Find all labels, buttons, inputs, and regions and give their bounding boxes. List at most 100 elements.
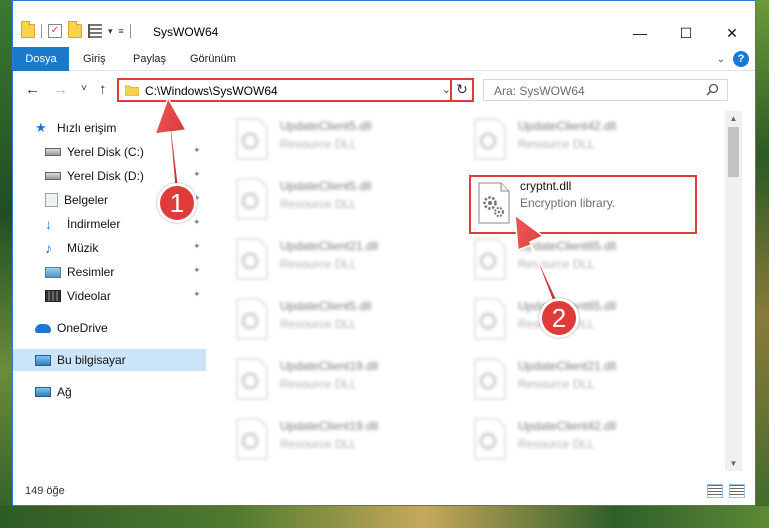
wallpaper-right [756, 0, 769, 528]
maximize-button[interactable]: ☐ [663, 19, 709, 47]
sidebar-item-documents[interactable]: Belgeler [45, 189, 238, 211]
title-bar: ✓ ▾ ≡ SysWOW64 — ☐ ✕ [13, 1, 755, 47]
file-name: UpdateClient21.dll [280, 239, 379, 253]
file-name: UpdateClient65.dll [518, 239, 617, 253]
refresh-button[interactable]: ↻ [450, 78, 474, 102]
tab-view[interactable]: Görünüm [190, 47, 236, 71]
music-icon: ♪ [45, 240, 52, 256]
list-item[interactable]: UpdateClient19.dll Resource DLL [233, 353, 463, 409]
sidebar-item-disk-d[interactable]: Yerel Disk (D:) [45, 165, 238, 187]
properties-check-icon[interactable]: ✓ [48, 24, 62, 38]
file-description: Resource DLL [518, 437, 595, 451]
dll-file-icon [474, 298, 506, 340]
scroll-up-icon[interactable]: ▲ [725, 111, 742, 126]
customize-toolbar-icon[interactable]: ≡ [119, 26, 124, 36]
file-description: Resource DLL [280, 257, 357, 271]
file-name: UpdateClient5.dll [280, 179, 372, 193]
file-description: Resource DLL [518, 257, 595, 271]
back-button[interactable]: ← [25, 81, 40, 98]
dll-file-icon [474, 418, 506, 460]
file-name: UpdateClient42.dll [518, 119, 617, 133]
close-button[interactable]: ✕ [709, 19, 755, 47]
sidebar-item-label: Müzik [67, 241, 99, 255]
file-description: Resource DLL [280, 137, 357, 151]
sidebar-item-this-pc[interactable]: Bu bilgisayar [13, 349, 206, 371]
scroll-down-icon[interactable]: ▼ [725, 456, 742, 471]
list-item[interactable]: UpdateClient19.dll Resource DLL [233, 413, 463, 469]
minimize-button[interactable]: — [617, 19, 663, 47]
folder-icon[interactable] [21, 21, 35, 38]
file-name: UpdateClient5.dll [280, 299, 372, 313]
navigation-pane: ★ Hızlı erişim Yerel Disk (C:) 📌 Yerel D… [13, 111, 258, 471]
list-item[interactable]: UpdateClient21.dll Resource DLL [471, 353, 701, 409]
sidebar-item-network[interactable]: Ağ [35, 381, 228, 403]
details-view-icon[interactable] [707, 484, 723, 498]
highlighted-file-cryptnt[interactable]: cryptnt.dll Encryption library. [469, 175, 697, 234]
sidebar-item-videos[interactable]: Videolar [45, 285, 238, 307]
drive-icon [45, 172, 61, 180]
file-description: Resource DLL [518, 377, 595, 391]
list-item[interactable]: UpdateClient65.dll Resource DLL [471, 293, 701, 349]
address-bar[interactable]: C:\Windows\SysWOW64 ⌄ [117, 78, 461, 102]
list-item[interactable]: UpdateClient5.dll Resource DLL [233, 113, 463, 169]
expand-ribbon-icon[interactable]: ⌄ [717, 54, 725, 65]
file-description: Resource DLL [280, 377, 357, 391]
pin-icon[interactable]: ✦ [193, 145, 201, 156]
search-placeholder: Ara: SysWOW64 [494, 84, 585, 98]
network-icon [35, 387, 51, 397]
sidebar-item-onedrive[interactable]: OneDrive [35, 317, 228, 339]
chevron-down-icon[interactable]: ▾ [108, 26, 113, 37]
scrollbar-thumb[interactable] [728, 127, 739, 177]
item-count: 149 öğe [25, 485, 65, 497]
file-description: Resource DLL [280, 197, 357, 211]
sidebar-item-downloads[interactable]: ↓ İndirmeler [45, 213, 238, 235]
pin-icon[interactable]: ✦ [193, 241, 201, 252]
list-item[interactable]: UpdateClient5.dll Resource DLL [233, 293, 463, 349]
view-toggle [707, 484, 745, 498]
list-item[interactable]: UpdateClient42.dll Resource DLL [471, 113, 701, 169]
list-item[interactable]: UpdateClient65.dll Resource DLL [471, 233, 701, 289]
toolbar-separator [41, 24, 42, 38]
star-icon: ★ [35, 120, 47, 135]
tab-share[interactable]: Paylaş [133, 47, 166, 71]
dll-file-icon [236, 118, 268, 160]
pin-icon[interactable]: ✦ [193, 217, 201, 228]
pin-icon[interactable]: ✦ [193, 289, 201, 300]
sidebar-item-pictures[interactable]: Resimler [45, 261, 238, 283]
wallpaper-bottom [0, 506, 769, 528]
vertical-scrollbar[interactable]: ▲ ▼ [725, 111, 742, 471]
sidebar-item-label: Resimler [67, 265, 115, 279]
dll-file-icon [236, 418, 268, 460]
sidebar-item-music[interactable]: ♪ Müzik [45, 237, 238, 259]
toolbar-separator [129, 24, 131, 38]
dll-file-icon [474, 118, 506, 160]
file-name: cryptnt.dll [520, 179, 572, 193]
new-folder-icon[interactable] [68, 21, 82, 38]
sidebar-item-disk-c[interactable]: Yerel Disk (C:) 📌 [45, 141, 258, 163]
window-title: SysWOW64 [153, 25, 219, 39]
dll-file-icon [474, 238, 506, 280]
quick-access-toolbar: ✓ ▾ ≡ [21, 21, 131, 38]
search-icon [706, 83, 719, 96]
sidebar-item-quick-access[interactable]: ★ Hızlı erişim [35, 117, 228, 139]
search-input[interactable]: Ara: SysWOW64 [483, 79, 728, 101]
window-controls: — ☐ ✕ [617, 19, 755, 47]
dll-file-icon [236, 298, 268, 340]
properties-list-icon[interactable] [88, 24, 102, 38]
address-path: C:\Windows\SysWOW64 [145, 84, 278, 98]
list-item[interactable]: UpdateClient5.dll Resource DLL [233, 173, 463, 229]
navigation-bar: ← → ˅ ↑ C:\Windows\SysWOW64 ⌄ ↻ Ara: Sys… [13, 71, 755, 109]
forward-button[interactable]: → [53, 81, 68, 98]
pin-icon[interactable]: ✦ [193, 169, 201, 180]
sidebar-item-label: Yerel Disk (D:) [67, 169, 144, 183]
list-item[interactable]: UpdateClient42.dll Resource DLL [471, 413, 701, 469]
dll-settings-file-icon [478, 182, 510, 224]
list-item[interactable]: UpdateClient21.dll Resource DLL [233, 233, 463, 289]
recent-locations-button[interactable]: ˅ [81, 83, 87, 94]
up-button[interactable]: ↑ [99, 81, 107, 98]
pin-icon[interactable]: ✦ [193, 265, 201, 276]
file-name: UpdateClient5.dll [280, 119, 372, 133]
tab-home[interactable]: Giriş [83, 47, 106, 71]
tiles-view-icon[interactable] [729, 484, 745, 498]
help-icon[interactable]: ? [733, 51, 749, 67]
